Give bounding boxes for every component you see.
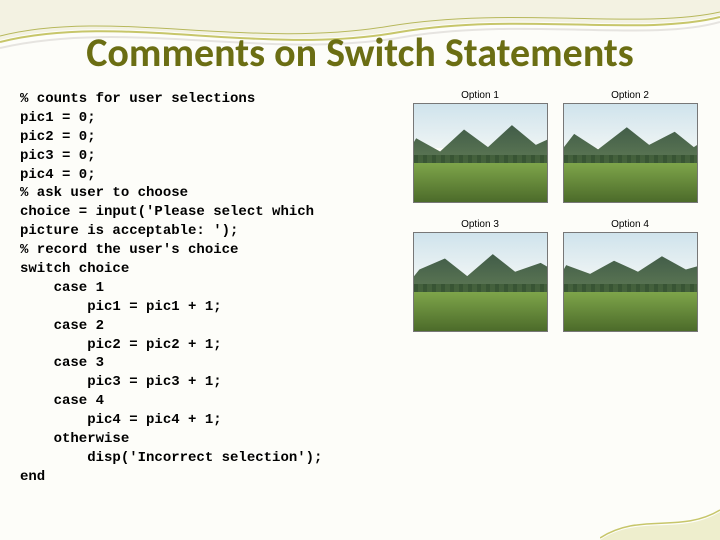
option-grid: Option 1 Option 2 Option 3 Option 4 <box>410 90 700 332</box>
footer-swoosh <box>600 504 720 540</box>
option-3: Option 3 <box>410 219 550 332</box>
option-4: Option 4 <box>560 219 700 332</box>
option-thumbnail <box>563 232 698 332</box>
slide-title: Comments on Switch Statements <box>0 28 720 77</box>
option-2: Option 2 <box>560 90 700 203</box>
option-label: Option 2 <box>611 90 649 101</box>
option-1: Option 1 <box>410 90 550 203</box>
option-thumbnail <box>413 103 548 203</box>
option-label: Option 3 <box>461 219 499 230</box>
code-block: % counts for user selections pic1 = 0; p… <box>20 90 420 487</box>
option-label: Option 4 <box>611 219 649 230</box>
option-thumbnail <box>563 103 698 203</box>
option-label: Option 1 <box>461 90 499 101</box>
option-thumbnail <box>413 232 548 332</box>
